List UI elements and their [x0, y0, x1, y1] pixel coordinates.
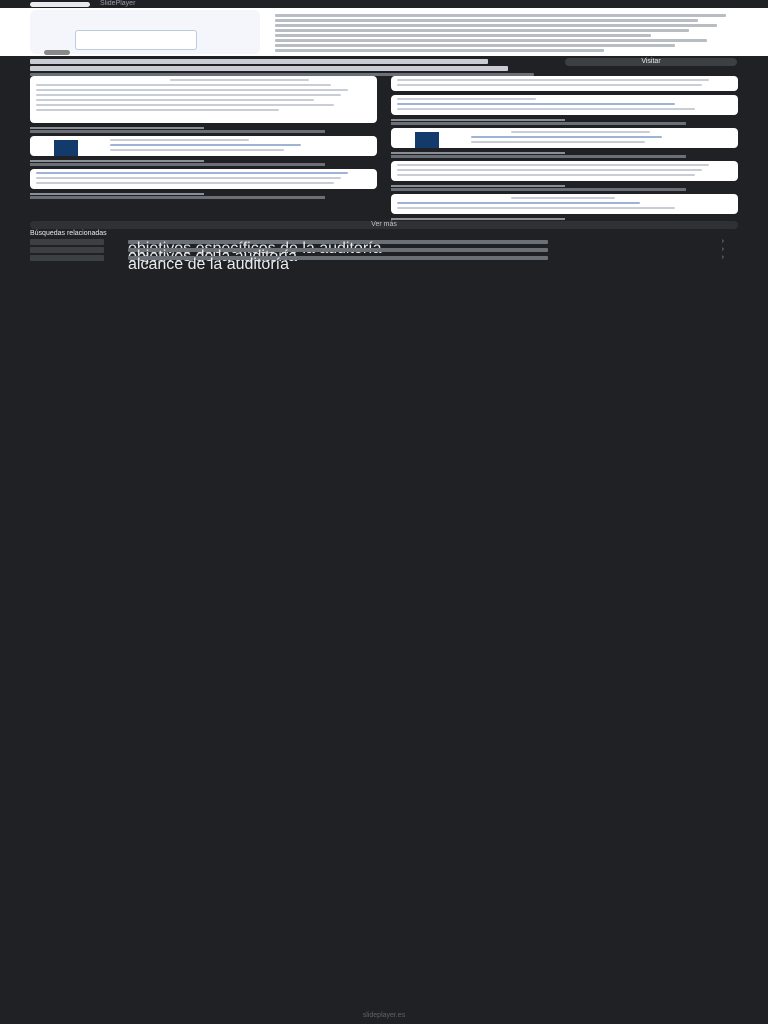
result-card[interactable]: [30, 136, 377, 156]
result-card[interactable]: [391, 128, 738, 148]
chevron-right-icon: ›: [721, 254, 724, 261]
thumbnail-badge: [44, 50, 70, 55]
result-card[interactable]: [30, 169, 377, 189]
result-card[interactable]: [30, 76, 377, 123]
logo[interactable]: [30, 1, 90, 7]
result-caption[interactable]: [391, 185, 738, 191]
result-caption[interactable]: [30, 160, 377, 166]
hero-preview: [0, 8, 768, 56]
related-item[interactable]: objetivos de la auditoría ›: [30, 246, 738, 265]
hero-text: [275, 12, 745, 54]
result-card[interactable]: [391, 194, 738, 214]
result-caption[interactable]: [30, 193, 377, 199]
slide-thumbnail: [54, 140, 78, 156]
related-item-label: objetivos específicos de la auditoría: [128, 239, 548, 257]
result-caption[interactable]: [391, 152, 738, 158]
result-card[interactable]: [391, 76, 738, 91]
result-caption[interactable]: [30, 127, 377, 133]
related-item[interactable]: objetivos específicos de la auditoría ›: [30, 238, 738, 257]
footer-domain[interactable]: slideplayer.es: [0, 1012, 768, 1024]
result-caption[interactable]: [391, 119, 738, 125]
hero-image[interactable]: [30, 10, 260, 55]
slide-box: [75, 30, 197, 50]
related-thumbnail: [30, 254, 104, 261]
site-name[interactable]: SlidePlayer: [100, 0, 135, 8]
top-bar: SlidePlayer: [0, 0, 768, 8]
show-more-button[interactable]: Ver más: [30, 221, 738, 229]
result-card[interactable]: [391, 95, 738, 115]
related-item-label: objetivos de la auditoría: [128, 247, 548, 265]
chevron-right-icon: ›: [721, 246, 724, 253]
visit-button[interactable]: Visitar: [565, 58, 737, 66]
related-item-label: alcance de la auditoría: [128, 255, 548, 273]
chevron-right-icon: ›: [721, 238, 724, 245]
result-card[interactable]: [391, 161, 738, 181]
related-heading: Búsquedas relacionadas: [30, 230, 107, 237]
related-item[interactable]: alcance de la auditoría ›: [30, 254, 738, 273]
related-thumbnail: [30, 238, 104, 245]
related-thumbnail: [30, 246, 104, 253]
slide-thumbnail: [415, 132, 439, 148]
